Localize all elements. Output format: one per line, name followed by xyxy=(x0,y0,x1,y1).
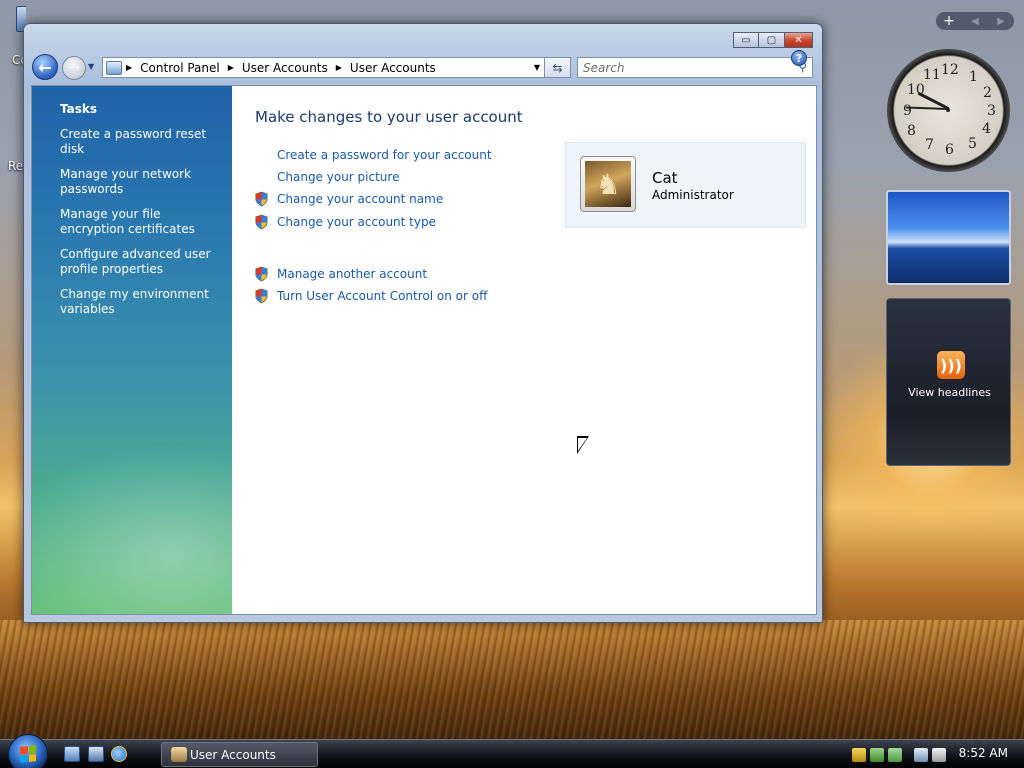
user-accounts-icon xyxy=(171,747,187,762)
clock-number: 7 xyxy=(925,137,934,153)
refresh-icon: ⇆ xyxy=(552,60,563,75)
control-panel-icon xyxy=(106,60,122,75)
tray-app-icon[interactable] xyxy=(888,747,902,762)
forward-arrow-icon: → xyxy=(68,60,80,76)
caption-buttons: ▭ ▢ ✕ xyxy=(733,32,813,48)
change-account-name-link[interactable]: Change your account name xyxy=(255,191,443,207)
start-button[interactable] xyxy=(8,734,48,768)
desktop-icon-label[interactable]: Re xyxy=(8,159,23,173)
clock-number: 8 xyxy=(907,123,916,139)
volume-muted-icon[interactable] xyxy=(932,747,946,762)
clock-gadget[interactable]: 12 1 2 3 4 5 6 7 8 9 10 11 xyxy=(887,49,1010,172)
clock-number: 6 xyxy=(945,142,954,158)
clock-number: 11 xyxy=(923,67,941,83)
account-type: Administrator xyxy=(652,188,734,202)
main-panel: Make changes to your user account Create… xyxy=(254,86,814,614)
clock-minute-hand xyxy=(906,106,949,110)
clock-number: 12 xyxy=(941,62,959,78)
uac-shield-icon xyxy=(255,191,268,207)
refresh-button[interactable]: ⇆ xyxy=(545,57,571,78)
link-label[interactable]: Manage another account xyxy=(277,267,427,281)
windows-logo-icon xyxy=(20,745,36,763)
back-button[interactable]: ← xyxy=(32,54,58,80)
recent-pages-dropdown-icon[interactable]: ▼ xyxy=(88,62,94,71)
feed-headlines-gadget[interactable]: ))) View headlines xyxy=(886,298,1011,466)
show-desktop-icon[interactable] xyxy=(64,746,80,762)
change-picture-link[interactable]: Change your picture xyxy=(277,170,399,184)
task-link-file-encryption[interactable]: Manage your file encryption certificates xyxy=(60,207,220,237)
address-dropdown-icon[interactable]: ▼ xyxy=(534,63,540,72)
security-shield-icon[interactable] xyxy=(852,747,866,762)
breadcrumb-chevron-icon[interactable]: ▶ xyxy=(228,63,234,72)
task-link-environment-variables[interactable]: Change my environment variables xyxy=(60,287,220,317)
manage-another-account-link[interactable]: Manage another account xyxy=(255,266,427,282)
tray-app-icon[interactable] xyxy=(870,747,884,762)
account-name: Cat xyxy=(652,169,678,187)
view-headlines-link[interactable]: View headlines xyxy=(887,386,1012,399)
sidebar-gadget-controls: + ◀ ▶ xyxy=(935,11,1015,31)
link-label[interactable]: Turn User Account Control on or off xyxy=(277,289,487,303)
breadcrumb-chevron-icon[interactable]: ▶ xyxy=(126,63,132,72)
content-area: Tasks Create a password reset disk Manag… xyxy=(31,85,817,615)
forward-button[interactable]: → xyxy=(62,56,86,80)
tasks-pane: Tasks Create a password reset disk Manag… xyxy=(32,86,232,614)
change-account-type-link[interactable]: Change your account type xyxy=(255,214,436,230)
taskbar-user-accounts-button[interactable]: User Accounts xyxy=(161,742,318,767)
previous-gadget-icon[interactable]: ◀ xyxy=(962,16,988,27)
breadcrumb-control-panel[interactable]: Control Panel xyxy=(140,61,220,75)
link-label[interactable]: Create a password for your account xyxy=(277,148,492,162)
taskbar-clock[interactable]: 8:52 AM xyxy=(959,746,1008,760)
maximize-button[interactable]: ▢ xyxy=(759,32,785,48)
breadcrumb-chevron-icon[interactable]: ▶ xyxy=(336,63,342,72)
slideshow-gadget[interactable] xyxy=(886,190,1011,285)
tasks-heading: Tasks xyxy=(60,102,98,116)
task-link-advanced-profile[interactable]: Configure advanced user profile properti… xyxy=(60,247,220,277)
uac-shield-icon xyxy=(255,214,268,230)
link-label[interactable]: Change your account name xyxy=(277,192,443,206)
clock-number: 5 xyxy=(968,136,977,152)
add-gadget-icon[interactable]: + xyxy=(936,13,962,29)
desktop-wallpaper-grass xyxy=(0,620,1024,740)
rss-feed-icon: ))) xyxy=(937,351,965,379)
create-password-link[interactable]: Create a password for your account xyxy=(277,148,492,162)
link-label[interactable]: Change your account type xyxy=(277,215,436,229)
uac-shield-icon xyxy=(255,266,268,282)
task-link-password-reset-disk[interactable]: Create a password reset disk xyxy=(60,127,220,157)
account-card: ♞ Cat Administrator xyxy=(565,142,806,228)
clock-number: 1 xyxy=(969,69,978,85)
uac-shield-icon xyxy=(255,288,268,304)
switch-windows-icon[interactable] xyxy=(88,746,104,762)
clock-number: 2 xyxy=(983,85,992,101)
clock-number: 3 xyxy=(987,103,996,119)
clock-number: 9 xyxy=(903,103,912,119)
task-link-network-passwords[interactable]: Manage your network passwords xyxy=(60,167,220,197)
clock-number: 4 xyxy=(982,121,991,137)
toggle-uac-link[interactable]: Turn User Account Control on or off xyxy=(255,288,487,304)
minimize-button[interactable]: ▭ xyxy=(733,32,759,48)
search-input[interactable]: Search ⚲ xyxy=(577,57,813,78)
breadcrumb-user-accounts[interactable]: User Accounts xyxy=(242,61,328,75)
internet-explorer-icon[interactable] xyxy=(111,746,127,762)
next-gadget-icon[interactable]: ▶ xyxy=(988,16,1014,27)
mouse-cursor-fill xyxy=(578,438,587,451)
address-bar[interactable]: ▶ Control Panel ▶ User Accounts ▶ User Acco… xyxy=(102,57,545,78)
clock-center xyxy=(946,108,950,112)
page-title: Make changes to your user account xyxy=(255,108,523,126)
taskbar: User Accounts 8:52 AM xyxy=(0,734,1024,768)
back-arrow-icon: ← xyxy=(38,57,52,77)
search-placeholder: Search xyxy=(583,60,625,75)
link-label[interactable]: Change your picture xyxy=(277,170,399,184)
avatar[interactable]: ♞ xyxy=(580,156,636,212)
network-icon[interactable] xyxy=(914,747,928,762)
close-button[interactable]: ✕ xyxy=(785,32,813,48)
chess-piece-icon: ♞ xyxy=(585,161,631,207)
taskbar-button-label: User Accounts xyxy=(190,747,276,762)
user-accounts-window: ▭ ▢ ✕ ← → ▼ ▶ Control Panel ▶ User Account… xyxy=(23,23,823,623)
help-icon[interactable]: ? xyxy=(791,50,807,66)
breadcrumb-user-accounts-current[interactable]: User Accounts xyxy=(350,61,436,75)
